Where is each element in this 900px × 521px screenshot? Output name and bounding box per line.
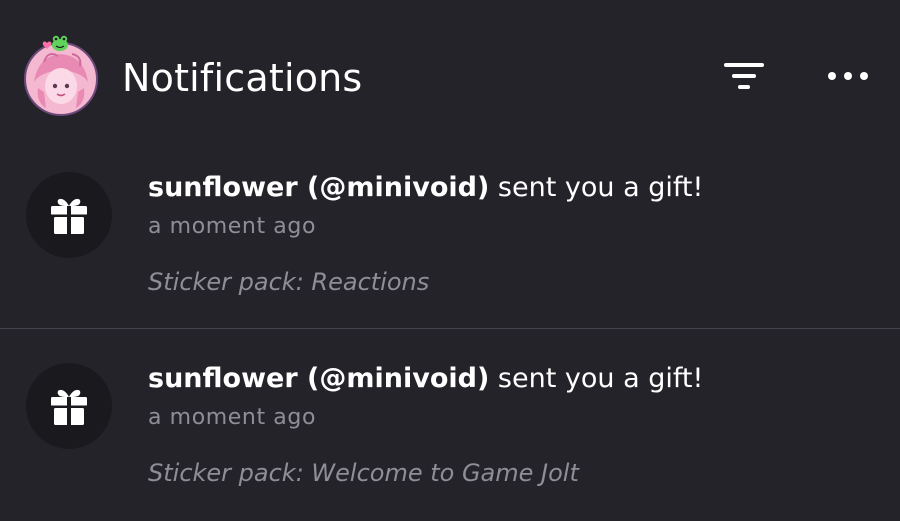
gift-icon — [51, 198, 87, 234]
frog-badge-icon — [52, 35, 68, 51]
avatar-image — [24, 42, 98, 116]
notification-detail: Sticker pack: Welcome to Game Jolt — [148, 459, 579, 487]
notification-actor[interactable]: sunflower (@minivoid) — [148, 172, 489, 203]
page-header: Notifications — [0, 0, 900, 150]
avatar[interactable] — [24, 35, 98, 116]
divider — [0, 328, 900, 329]
notification-actor[interactable]: sunflower (@minivoid) — [148, 363, 489, 394]
notification-action: sent you a gift! — [489, 363, 704, 394]
notification-action: sent you a gift! — [489, 172, 704, 203]
notification-icon — [26, 172, 112, 258]
notification-timestamp: a moment ago — [148, 214, 316, 239]
gift-icon — [51, 389, 87, 425]
notification-item[interactable]: sunflower (@minivoid) sent you a gift! a… — [0, 150, 900, 330]
filter-button[interactable] — [718, 56, 770, 96]
notification-text: sunflower (@minivoid) sent you a gift! — [148, 170, 703, 206]
notification-timestamp: a moment ago — [148, 405, 316, 430]
more-options-button[interactable] — [822, 56, 874, 96]
heart-icon — [42, 41, 52, 49]
page-title: Notifications — [122, 56, 363, 100]
filter-icon — [724, 63, 764, 89]
notification-text: sunflower (@minivoid) sent you a gift! — [148, 361, 703, 397]
notification-item[interactable]: sunflower (@minivoid) sent you a gift! a… — [0, 341, 900, 521]
more-horizontal-icon — [828, 72, 868, 80]
notification-detail: Sticker pack: Reactions — [148, 268, 430, 296]
notification-icon — [26, 363, 112, 449]
